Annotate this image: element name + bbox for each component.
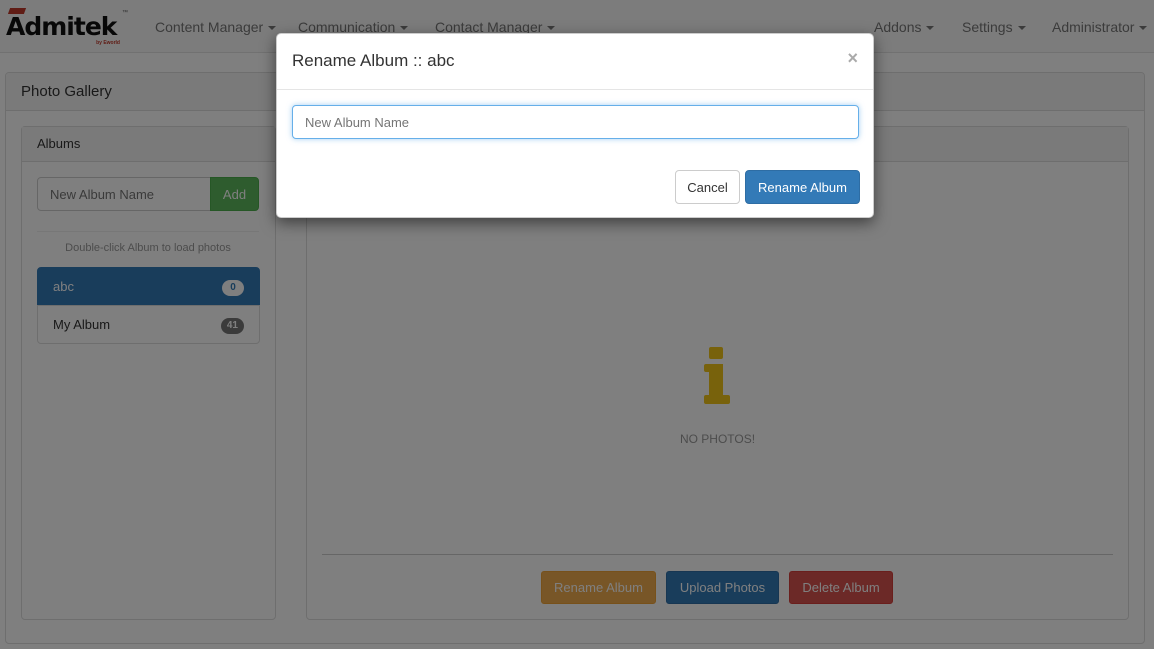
- rename-album-modal: Rename Album :: abc × Cancel Rename Albu…: [276, 33, 874, 218]
- close-icon[interactable]: ×: [847, 48, 858, 69]
- confirm-rename-button[interactable]: Rename Album: [745, 170, 860, 204]
- modal-header: Rename Album :: abc ×: [277, 34, 873, 90]
- cancel-button[interactable]: Cancel: [675, 170, 740, 204]
- rename-album-input[interactable]: [292, 105, 859, 139]
- modal-title: Rename Album :: abc: [292, 51, 455, 70]
